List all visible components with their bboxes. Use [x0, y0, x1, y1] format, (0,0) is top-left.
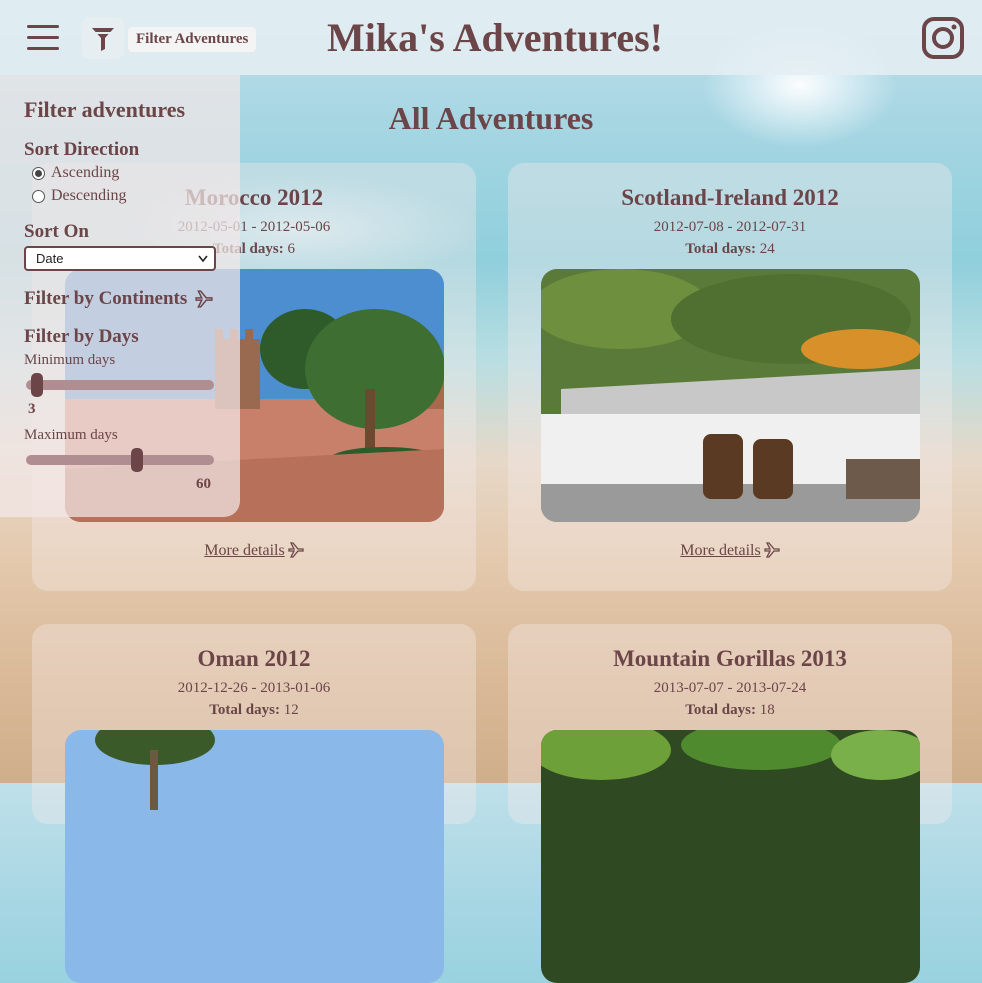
adventure-card: Scotland-Ireland 2012 2012-07-08 - 2012-… — [508, 163, 952, 591]
card-dates: 2013-07-07 - 2013-07-24 — [653, 680, 807, 696]
sort-descending-option[interactable]: Descending — [32, 187, 127, 205]
total-days-value: 18 — [759, 702, 775, 718]
filter-panel-title: Filter adventures — [24, 97, 186, 122]
ascending-radio[interactable] — [32, 166, 45, 180]
minimum-days-label: Minimum days — [24, 352, 116, 368]
card-title: Mountain Gorillas 2013 — [613, 646, 847, 671]
total-days-label: Total days: — [209, 702, 280, 718]
maximum-days-slider[interactable] — [26, 448, 214, 472]
filter-panel: Filter adventures Sort Direction Ascendi… — [0, 75, 240, 517]
filter-continents-label: Filter by Continents — [24, 288, 188, 309]
airplane-icon — [288, 542, 304, 558]
maximum-days-value: 60 — [196, 476, 211, 492]
instagram-icon[interactable] — [921, 16, 965, 60]
card-title: Scotland-Ireland 2012 — [621, 185, 839, 210]
total-days-value: 24 — [759, 241, 775, 257]
card-dates: 2012-07-08 - 2012-07-31 — [653, 219, 807, 235]
total-days-label: Total days: — [685, 241, 756, 257]
adventure-card: Mountain Gorillas 2013 2013-07-07 - 2013… — [508, 624, 952, 983]
maximum-days-thumb[interactable] — [131, 448, 143, 472]
site-title: Mika's Adventures! — [327, 15, 663, 60]
total-days-value: 12 — [283, 702, 299, 718]
airplane-icon — [195, 290, 213, 308]
card-total-days: Total days: 18 — [508, 702, 952, 719]
descending-radio[interactable] — [32, 189, 45, 203]
sort-on-label: Sort On — [24, 221, 89, 242]
minimum-days-thumb[interactable] — [31, 373, 43, 397]
site-header: Filter Adventures Mika's Adventures! — [0, 0, 982, 75]
minimum-days-slider[interactable] — [26, 373, 214, 397]
ascending-label: Ascending — [51, 164, 120, 181]
more-details-label: More details — [680, 542, 761, 559]
minimum-days-value: 3 — [28, 401, 36, 417]
airplane-icon — [764, 542, 780, 558]
sort-direction-label: Sort Direction — [24, 139, 140, 160]
jungle-foliage-photo[interactable] — [540, 730, 920, 983]
total-days-value: 6 — [287, 241, 295, 257]
more-details-link[interactable]: More details — [204, 542, 304, 560]
filter-continents-toggle[interactable]: Filter by Continents — [24, 288, 213, 310]
maximum-days-label: Maximum days — [24, 427, 118, 443]
card-total-days: Total days: 24 — [508, 241, 952, 258]
card-dates: 2012-12-26 - 2013-01-06 — [177, 680, 331, 696]
chevron-down-icon — [198, 255, 208, 263]
sort-ascending-option[interactable]: Ascending — [32, 164, 119, 182]
more-details-label: More details — [204, 542, 285, 559]
card-title: Oman 2012 — [197, 646, 311, 671]
total-days-label: Total days: — [685, 702, 756, 718]
palm-sky-photo[interactable] — [64, 730, 444, 983]
sort-on-value: Date — [36, 251, 64, 266]
edradour-garden-photo[interactable] — [540, 269, 920, 522]
card-total-days: Total days: 12 — [32, 702, 476, 719]
filter-days-label: Filter by Days — [24, 326, 139, 347]
more-details-link[interactable]: More details — [680, 542, 780, 560]
adventure-card: Oman 2012 2012-12-26 - 2013-01-06 Total … — [32, 624, 476, 983]
sort-on-select[interactable]: Date — [24, 246, 216, 271]
descending-label: Descending — [51, 187, 127, 204]
